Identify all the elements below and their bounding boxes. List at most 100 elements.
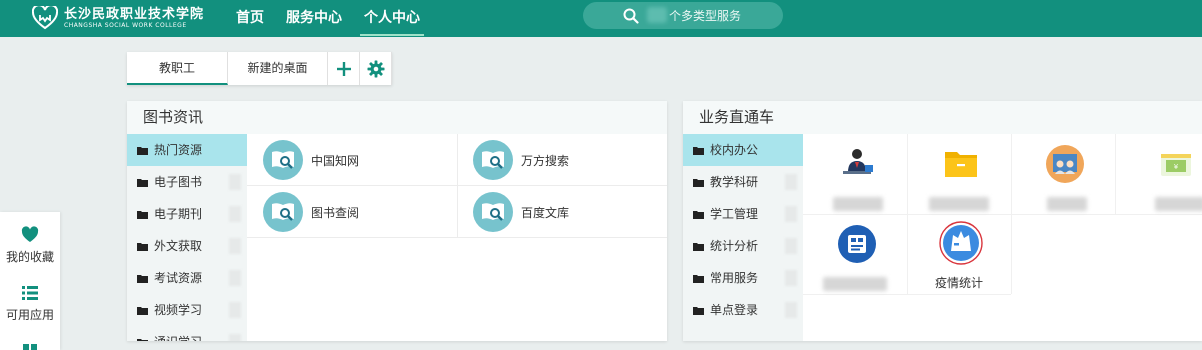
add-tab-button[interactable] (328, 52, 360, 85)
blurred-marker (785, 206, 797, 222)
blurred-label (833, 197, 883, 211)
blurred-label (1047, 197, 1087, 211)
blurred-marker (785, 238, 797, 254)
blurred-marker (229, 270, 241, 286)
search-box[interactable]: 个多类型服务 (583, 2, 783, 29)
folder-icon (693, 210, 704, 219)
divider (803, 294, 1011, 295)
library-category[interactable]: 电子图书 (127, 166, 247, 198)
book-search-icon (473, 140, 513, 180)
link-label: 图书查阅 (311, 205, 360, 220)
app-label: 疫情统计 (934, 276, 983, 290)
gear-icon (367, 60, 384, 77)
library-link-wanfang[interactable]: 万方搜索 (473, 134, 569, 186)
college-name: 长沙民政职业技术学院 (64, 6, 205, 22)
list-icon (22, 286, 38, 300)
nav-personal-center[interactable]: 个人中心 (360, 0, 424, 37)
folder-icon (137, 178, 148, 187)
folder-icon (693, 306, 704, 315)
search-count-blur (647, 7, 667, 23)
business-panel-title: 业务直通车 (683, 101, 1202, 134)
library-category[interactable]: 外文获取 (127, 230, 247, 262)
library-panel: 图书资讯 热门资源 电子图书 电子期刊 外文获取 考试资源 视频学习 中国知网 … (127, 101, 667, 341)
blurred-label (929, 197, 989, 211)
folder-icon (137, 146, 148, 155)
business-category[interactable]: 教学科研 (683, 166, 803, 198)
blurred-marker (785, 302, 797, 318)
divider (457, 134, 458, 238)
college-logo[interactable]: 长沙民政职业技术学院 CHANGSHA SOCIAL WORK COLLEGE (32, 6, 204, 30)
divider (1011, 214, 1012, 294)
book-search-icon (263, 192, 303, 232)
folder-icon (137, 338, 148, 341)
blurred-label (823, 277, 887, 291)
business-category-list: 校内办公 教学科研 学工管理 统计分析 常用服务 单点登录 (683, 134, 803, 341)
app-finance[interactable]: ¥ (1115, 134, 1202, 214)
blurred-marker (229, 206, 241, 222)
desktop-tabs: 教职工 新建的桌面 (127, 52, 392, 85)
library-category[interactable]: 通识学习 (127, 326, 247, 341)
folder-icon (137, 274, 148, 283)
library-link-book-lookup[interactable]: 图书查阅 (263, 186, 359, 238)
office-worker-icon (843, 149, 873, 174)
my-favorites-button[interactable]: 我的收藏 (0, 226, 60, 265)
top-bar: 长沙民政职业技术学院 CHANGSHA SOCIAL WORK COLLEGE … (0, 0, 1202, 37)
favorites-label: 我的收藏 (5, 250, 54, 264)
app-id-card[interactable] (803, 214, 907, 294)
link-label: 万方搜索 (521, 153, 570, 168)
blurred-marker (229, 238, 241, 254)
library-category[interactable]: 热门资源 (127, 134, 247, 166)
nav-home[interactable]: 首页 (236, 0, 264, 37)
library-category-list: 热门资源 电子图书 电子期刊 外文获取 考试资源 视频学习 (127, 134, 247, 341)
folder-icon (137, 210, 148, 219)
id-card-icon (838, 225, 876, 263)
blurred-marker (229, 334, 241, 341)
settings-button[interactable] (360, 52, 392, 85)
search-placeholder[interactable]: 个多类型服务 (669, 7, 741, 24)
book-search-icon (263, 140, 303, 180)
grid-button[interactable] (0, 342, 60, 350)
blurred-marker (785, 174, 797, 190)
business-category[interactable]: 学工管理 (683, 198, 803, 230)
blurred-label (1155, 197, 1202, 211)
svg-text:¥: ¥ (1174, 163, 1179, 171)
main-nav: 首页 服务中心 个人中心 (236, 0, 442, 37)
grid-icon (23, 344, 37, 350)
quick-access-bar: 我的收藏 可用应用 (0, 212, 60, 350)
library-category[interactable]: 考试资源 (127, 262, 247, 294)
business-apps: ¥ 疫情统计 (803, 134, 1202, 341)
folder-icon (693, 242, 704, 251)
search-icon[interactable] (623, 8, 639, 24)
tab-staff[interactable]: 教职工 (127, 52, 228, 85)
library-panel-title: 图书资讯 (127, 101, 667, 134)
available-apps-button[interactable]: 可用应用 (0, 284, 60, 323)
blurred-marker (785, 270, 797, 286)
business-category[interactable]: 校内办公 (683, 134, 803, 166)
apps-label: 可用应用 (5, 308, 54, 322)
plus-icon (336, 61, 351, 76)
tab-new-desktop[interactable]: 新建的桌面 (228, 52, 328, 85)
business-category[interactable]: 统计分析 (683, 230, 803, 262)
app-office[interactable] (803, 134, 907, 214)
library-category[interactable]: 电子期刊 (127, 198, 247, 230)
library-category[interactable]: 视频学习 (127, 294, 247, 326)
folder-icon (137, 242, 148, 251)
library-link-baidu-wenku[interactable]: 百度文库 (473, 186, 569, 238)
folder-icon (693, 146, 704, 155)
folder-icon (693, 274, 704, 283)
college-name-en: CHANGSHA SOCIAL WORK COLLEGE (64, 21, 187, 29)
blurred-marker (229, 302, 241, 318)
folder-icon (693, 178, 704, 187)
library-link-cnki[interactable]: 中国知网 (263, 134, 359, 186)
business-category[interactable]: 单点登录 (683, 294, 803, 326)
blurred-marker (229, 174, 241, 190)
app-people[interactable] (1011, 134, 1115, 214)
nav-service-center[interactable]: 服务中心 (286, 0, 342, 37)
business-category[interactable]: 常用服务 (683, 262, 803, 294)
folder-icon (137, 306, 148, 315)
app-folder[interactable] (907, 134, 1011, 214)
finance-card-icon: ¥ (1161, 154, 1191, 176)
yellow-folder-icon (945, 152, 977, 177)
heart-logo-icon (32, 6, 58, 30)
app-epidemic-stats[interactable]: 疫情统计 (907, 214, 1011, 294)
